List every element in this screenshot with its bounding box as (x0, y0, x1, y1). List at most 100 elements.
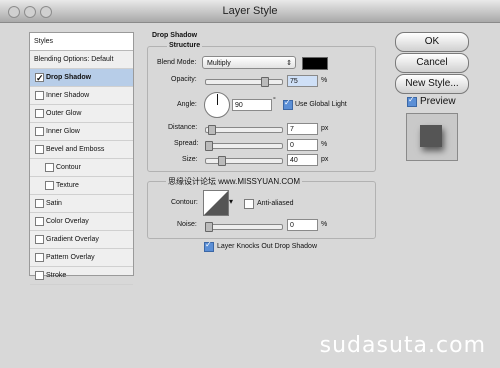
sidebar-item[interactable]: Bevel and Emboss (30, 141, 133, 159)
distance-slider-knob[interactable] (208, 125, 216, 135)
sidebar-item-checkbox[interactable] (35, 253, 44, 262)
opacity-slider-knob[interactable] (261, 77, 269, 87)
size-slider-knob[interactable] (218, 156, 226, 166)
chevron-updown-icon: ⇕ (286, 60, 292, 67)
sidebar-item-checkbox[interactable] (35, 235, 44, 244)
angle-dial[interactable] (204, 92, 230, 118)
size-slider[interactable] (205, 156, 283, 166)
distance-unit: px (321, 125, 329, 132)
sidebar-item[interactable]: Color Overlay (30, 213, 133, 231)
sidebar-item-label: Inner Shadow (46, 92, 90, 99)
angle-unit: ° (273, 97, 276, 104)
contour-curve-icon (204, 191, 228, 215)
sidebar-item-checkbox[interactable] (35, 271, 44, 280)
sidebar-item[interactable]: Outer Glow (30, 105, 133, 123)
quality-title: 思缘设计论坛 www.MISSYUAN.COM (166, 176, 303, 187)
watermark-text: sudasuta.com (319, 333, 486, 358)
noise-input[interactable]: 0 (287, 219, 318, 231)
blend-mode-value: Multiply (207, 60, 231, 67)
anti-aliased-label: Anti-aliased (257, 200, 294, 207)
sidebar-item-checkbox[interactable] (35, 145, 44, 154)
anti-aliased-checkbox[interactable] (244, 199, 254, 209)
cancel-button[interactable]: Cancel (395, 53, 469, 73)
sidebar-item[interactable]: Pattern Overlay (30, 249, 133, 267)
styles-header[interactable]: Styles (30, 33, 133, 51)
opacity-unit: % (321, 77, 328, 84)
angle-label: Angle: (177, 101, 197, 108)
preview-checkbox[interactable] (407, 95, 417, 107)
sidebar-item-label: Gradient Overlay (46, 236, 99, 243)
sidebar-item-checkbox[interactable] (35, 91, 44, 100)
sidebar-item[interactable]: Drop Shadow (30, 69, 133, 87)
sidebar-item[interactable]: Inner Glow (30, 123, 133, 141)
use-global-light-checkbox[interactable] (283, 98, 293, 110)
new-style-button[interactable]: New Style... (395, 74, 469, 94)
blend-mode-label: Blend Mode: (157, 59, 197, 66)
sidebar-item[interactable]: Contour (30, 159, 133, 177)
spread-input[interactable]: 0 (287, 139, 318, 151)
sidebar-item[interactable]: Gradient Overlay (30, 231, 133, 249)
distance-input[interactable]: 7 (287, 123, 318, 135)
sidebar-item-label: Satin (46, 200, 62, 207)
title-bar: Layer Style (0, 0, 500, 23)
window-title: Layer Style (222, 5, 278, 17)
noise-label: Noise: (177, 221, 197, 228)
contour-dropdown-icon[interactable]: ▾ (229, 197, 233, 206)
blend-mode-select[interactable]: Multiply ⇕ (202, 56, 296, 69)
sidebar-item-label: Drop Shadow (46, 74, 92, 81)
sidebar-item-label: Contour (56, 164, 81, 171)
opacity-input[interactable]: 75 (287, 75, 318, 87)
noise-unit: % (321, 221, 328, 228)
sidebar-item-checkbox[interactable] (35, 199, 44, 208)
sidebar-item-label: Texture (56, 182, 79, 189)
quality-group (147, 181, 376, 239)
opacity-label: Opacity: (171, 76, 197, 83)
size-input[interactable]: 40 (287, 154, 318, 166)
sidebar-item-checkbox[interactable] (35, 127, 44, 136)
sidebar-item[interactable]: Inner Shadow (30, 87, 133, 105)
styles-sidebar: Styles Blending Options: Default Drop Sha… (29, 32, 134, 285)
sidebar-item-label: Bevel and Emboss (46, 146, 105, 153)
drop-shadow-title: Drop Shadow (152, 32, 198, 39)
spread-slider-knob[interactable] (205, 141, 213, 151)
sidebar-item-label: Blending Options: Default (34, 56, 114, 63)
distance-slider[interactable] (205, 125, 283, 135)
sidebar-item-checkbox[interactable] (35, 70, 44, 87)
sidebar-item[interactable]: Stroke (30, 267, 133, 285)
contour-label: Contour: (171, 199, 198, 206)
contour-picker[interactable] (203, 190, 229, 216)
spread-unit: % (321, 141, 328, 148)
knockout-label: Layer Knocks Out Drop Shadow (217, 243, 317, 250)
sidebar-item-label: Inner Glow (46, 128, 80, 135)
sidebar-item-checkbox[interactable] (35, 109, 44, 118)
sidebar-item[interactable]: Blending Options: Default (30, 51, 133, 69)
spread-label: Spread: (174, 140, 199, 147)
knockout-checkbox[interactable] (204, 240, 214, 252)
use-global-light-label: Use Global Light (295, 101, 347, 108)
sidebar-item-checkbox[interactable] (45, 181, 54, 190)
styles-list: Blending Options: Default Drop Shadow Inne… (30, 51, 133, 285)
sidebar-item-label: Pattern Overlay (46, 254, 95, 261)
sidebar-item[interactable]: Texture (30, 177, 133, 195)
size-unit: px (321, 156, 329, 163)
preview-swatch (420, 125, 442, 147)
sidebar-item[interactable]: Satin (30, 195, 133, 213)
opacity-slider[interactable] (205, 77, 283, 87)
noise-slider[interactable] (205, 222, 283, 232)
noise-slider-knob[interactable] (205, 222, 213, 232)
spread-slider[interactable] (205, 141, 283, 151)
sidebar-item-label: Stroke (46, 272, 67, 279)
angle-input[interactable]: 90 (232, 99, 272, 111)
preview-label: Preview (420, 96, 456, 107)
structure-title: Structure (167, 42, 203, 49)
shadow-color-swatch[interactable] (302, 57, 328, 70)
preview-box (406, 113, 458, 161)
sidebar-item-checkbox[interactable] (45, 163, 54, 172)
sidebar-item-checkbox[interactable] (35, 217, 44, 226)
size-label: Size: (182, 156, 198, 163)
ok-button[interactable]: OK (395, 32, 469, 52)
sidebar-item-label: Color Overlay (46, 218, 89, 225)
sidebar-item-label: Outer Glow (46, 110, 82, 117)
angle-dial-needle (217, 94, 218, 105)
distance-label: Distance: (168, 124, 198, 131)
